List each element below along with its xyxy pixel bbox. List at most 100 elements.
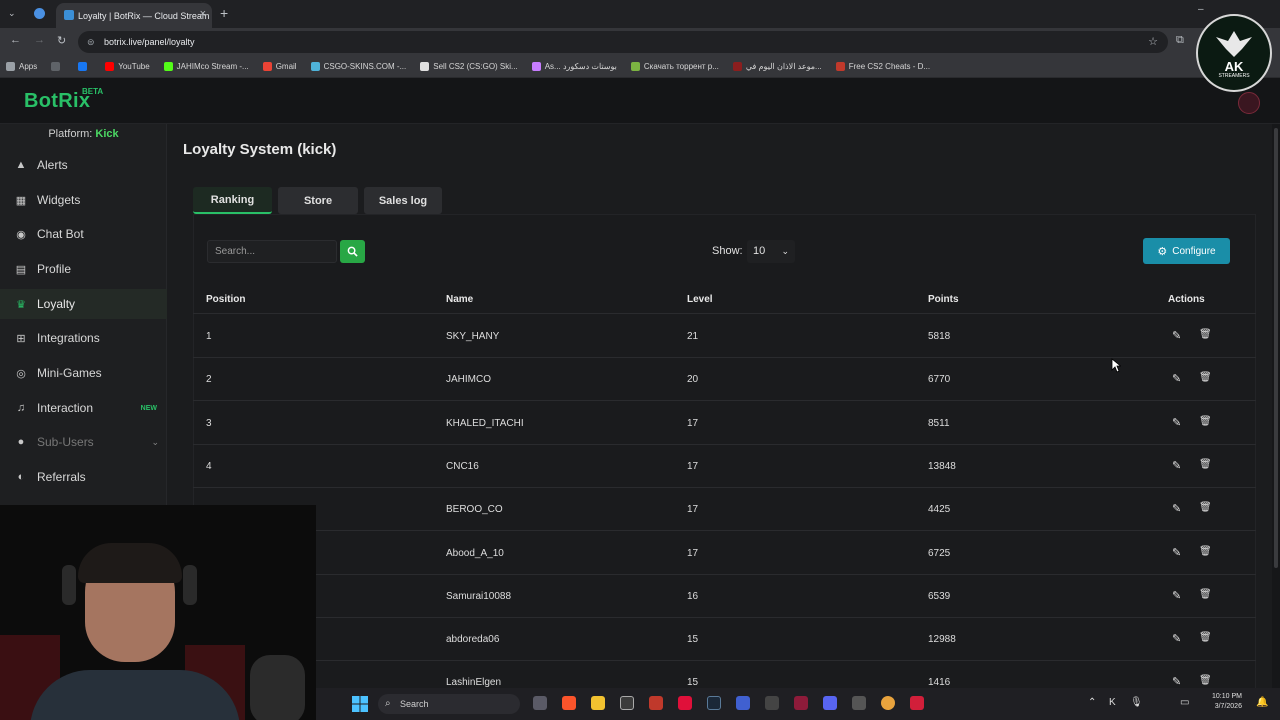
delete-trash-icon[interactable]: 🗑 <box>1199 329 1212 340</box>
cell-position: 3 <box>206 417 212 429</box>
opera-icon[interactable] <box>678 696 692 710</box>
notification-icon[interactable]: 🔔 <box>1256 697 1268 708</box>
bookmark-item[interactable] <box>78 62 91 71</box>
scrollbar-thumb[interactable] <box>1274 128 1278 568</box>
bookmark-label: Free CS2 Cheats - D... <box>848 62 931 71</box>
cell-points: 6770 <box>928 374 951 386</box>
sidebar-item-widgets[interactable]: ▦ Widgets <box>0 185 167 215</box>
sidebar-item-loyalty[interactable]: ♛ Loyalty <box>0 289 167 319</box>
steam-icon[interactable] <box>707 696 721 710</box>
kick-tray-icon[interactable]: K <box>1109 697 1116 708</box>
col-points[interactable]: Points <box>928 294 959 305</box>
col-position[interactable]: Position <box>206 294 245 305</box>
discord-icon[interactable] <box>823 696 837 710</box>
sidebar-item-alerts[interactable]: ▲ Alerts <box>0 150 167 180</box>
app-blue-icon[interactable] <box>736 696 750 710</box>
bookmark-item[interactable] <box>51 62 64 71</box>
delete-trash-icon[interactable]: 🗑 <box>1199 372 1212 383</box>
browser-tab-active[interactable]: Loyalty | BotRix — Cloud Stream × <box>56 3 212 28</box>
table-header: Position Name Level Points Actions <box>193 284 1256 314</box>
delete-trash-icon[interactable]: 🗑 <box>1199 589 1212 600</box>
delete-trash-icon[interactable]: 🗑 <box>1199 459 1212 470</box>
bookmark-favicon-icon <box>835 62 845 71</box>
site-info-icon[interactable]: ⊜ <box>87 31 95 53</box>
brave-browser-icon[interactable] <box>562 696 576 710</box>
sidebar-item-label: Integrations <box>37 331 100 345</box>
sidebar-item-profile[interactable]: ▤ Profile <box>0 254 167 284</box>
bookmark-item[interactable]: As... بوستات دسكورد <box>531 62 617 71</box>
botrix-logo[interactable]: BotRix <box>24 90 90 113</box>
bookmark-star-icon[interactable]: ☆ <box>1148 31 1158 53</box>
back-icon[interactable]: ← <box>10 34 21 46</box>
app-triangle-icon[interactable] <box>649 696 663 710</box>
taskbar-search[interactable]: ⌕ Search <box>378 694 520 714</box>
network-icon[interactable]: ▭ <box>1180 697 1189 708</box>
extensions-icon[interactable]: ⧉ <box>1176 34 1184 47</box>
bookmark-item[interactable]: Gmail <box>262 62 297 71</box>
tab-sales-log[interactable]: Sales log <box>364 187 442 214</box>
delete-trash-icon[interactable]: 🗑 <box>1199 546 1212 557</box>
new-tab-icon[interactable]: + <box>220 5 228 21</box>
edit-pencil-icon[interactable]: ✎ <box>1172 632 1181 645</box>
col-level[interactable]: Level <box>687 294 713 305</box>
sidebar-item-chat-bot[interactable]: ◉ Chat Bot <box>0 219 167 249</box>
tab-ranking[interactable]: Ranking <box>193 187 272 214</box>
bookmark-item[interactable]: Free CS2 Cheats - D... <box>835 62 931 71</box>
close-tab-icon[interactable]: × <box>200 8 206 20</box>
chevron-up-icon[interactable]: ⌃ <box>1088 697 1096 708</box>
app-grey-icon[interactable] <box>852 696 866 710</box>
chrome-icon[interactable] <box>881 696 895 710</box>
app-g-icon[interactable] <box>620 696 634 710</box>
taskbar-clock[interactable]: 10:10 PM 3/7/2026 <box>1212 692 1242 712</box>
task-view-icon[interactable] <box>533 696 547 710</box>
edit-pencil-icon[interactable]: ✎ <box>1172 675 1181 688</box>
bookmark-item[interactable]: Apps <box>6 62 37 71</box>
bookmark-item[interactable]: Sell CS2 (CS:GO) Ski... <box>420 62 518 71</box>
delete-trash-icon[interactable]: 🗑 <box>1199 416 1212 427</box>
windows-start-icon[interactable] <box>352 696 368 712</box>
reload-icon[interactable]: ↻ <box>57 34 66 47</box>
search-button[interactable] <box>340 240 365 263</box>
grid-icon: ▦ <box>15 194 27 207</box>
sidebar-item-mini-games[interactable]: ◎ Mini-Games <box>0 358 167 388</box>
sidebar-item-referrals[interactable]: ◐ Referrals <box>0 462 167 492</box>
profile-icon[interactable] <box>34 8 45 19</box>
tab-search-icon[interactable]: ⌄ <box>8 8 16 19</box>
show-count-select[interactable]: 10 ⌄ <box>747 240 795 263</box>
app-screen-icon[interactable] <box>910 696 924 710</box>
cell-points: 4425 <box>928 504 951 516</box>
microphone-icon[interactable]: 🎙 <box>1130 697 1143 708</box>
edit-pencil-icon[interactable]: ✎ <box>1172 546 1181 559</box>
forward-icon[interactable]: → <box>34 34 45 46</box>
bookmark-item[interactable]: CSGO-SKINS.COM -... <box>310 62 406 71</box>
configure-label: Configure <box>1172 245 1216 257</box>
bookmark-item[interactable]: JAHIMco Stream -... <box>163 62 249 71</box>
clock-date: 3/7/2026 <box>1214 703 1242 710</box>
cell-points: 6539 <box>928 590 951 602</box>
sidebar-item-sub-users[interactable]: ● Sub-Users ⌄ <box>0 427 167 457</box>
edit-pencil-icon[interactable]: ✎ <box>1172 459 1181 472</box>
edit-pencil-icon[interactable]: ✎ <box>1172 502 1181 515</box>
file-explorer-icon[interactable] <box>591 696 605 710</box>
minimize-icon[interactable]: – <box>1198 4 1204 15</box>
delete-trash-icon[interactable]: 🗑 <box>1199 632 1212 643</box>
tab-store[interactable]: Store <box>278 187 358 214</box>
delete-trash-icon[interactable]: 🗑 <box>1199 675 1212 686</box>
settings-gear-icon[interactable] <box>765 696 779 710</box>
edit-pencil-icon[interactable]: ✎ <box>1172 329 1181 342</box>
app-red-a-icon[interactable] <box>794 696 808 710</box>
col-name[interactable]: Name <box>446 294 473 305</box>
edit-pencil-icon[interactable]: ✎ <box>1172 416 1181 429</box>
edit-pencil-icon[interactable]: ✎ <box>1172 589 1181 602</box>
bookmark-item[interactable]: موعد الاذان اليوم في... <box>732 62 822 71</box>
bookmark-item[interactable]: YouTube <box>105 62 150 71</box>
edit-pencil-icon[interactable]: ✎ <box>1172 372 1181 385</box>
bookmark-item[interactable]: Скачать торрент р... <box>630 62 719 71</box>
sidebar-item-interaction[interactable]: ♫ Interaction NEW <box>0 393 167 423</box>
url-bar[interactable]: ⊜ botrix.live/panel/loyalty ☆ <box>78 31 1168 53</box>
user-avatar[interactable] <box>1238 92 1260 114</box>
sidebar-item-integrations[interactable]: ⊞ Integrations <box>0 323 167 353</box>
configure-button[interactable]: ⚙ Configure <box>1143 238 1230 264</box>
delete-trash-icon[interactable]: 🗑 <box>1199 502 1212 513</box>
search-input[interactable]: Search... <box>207 240 337 263</box>
